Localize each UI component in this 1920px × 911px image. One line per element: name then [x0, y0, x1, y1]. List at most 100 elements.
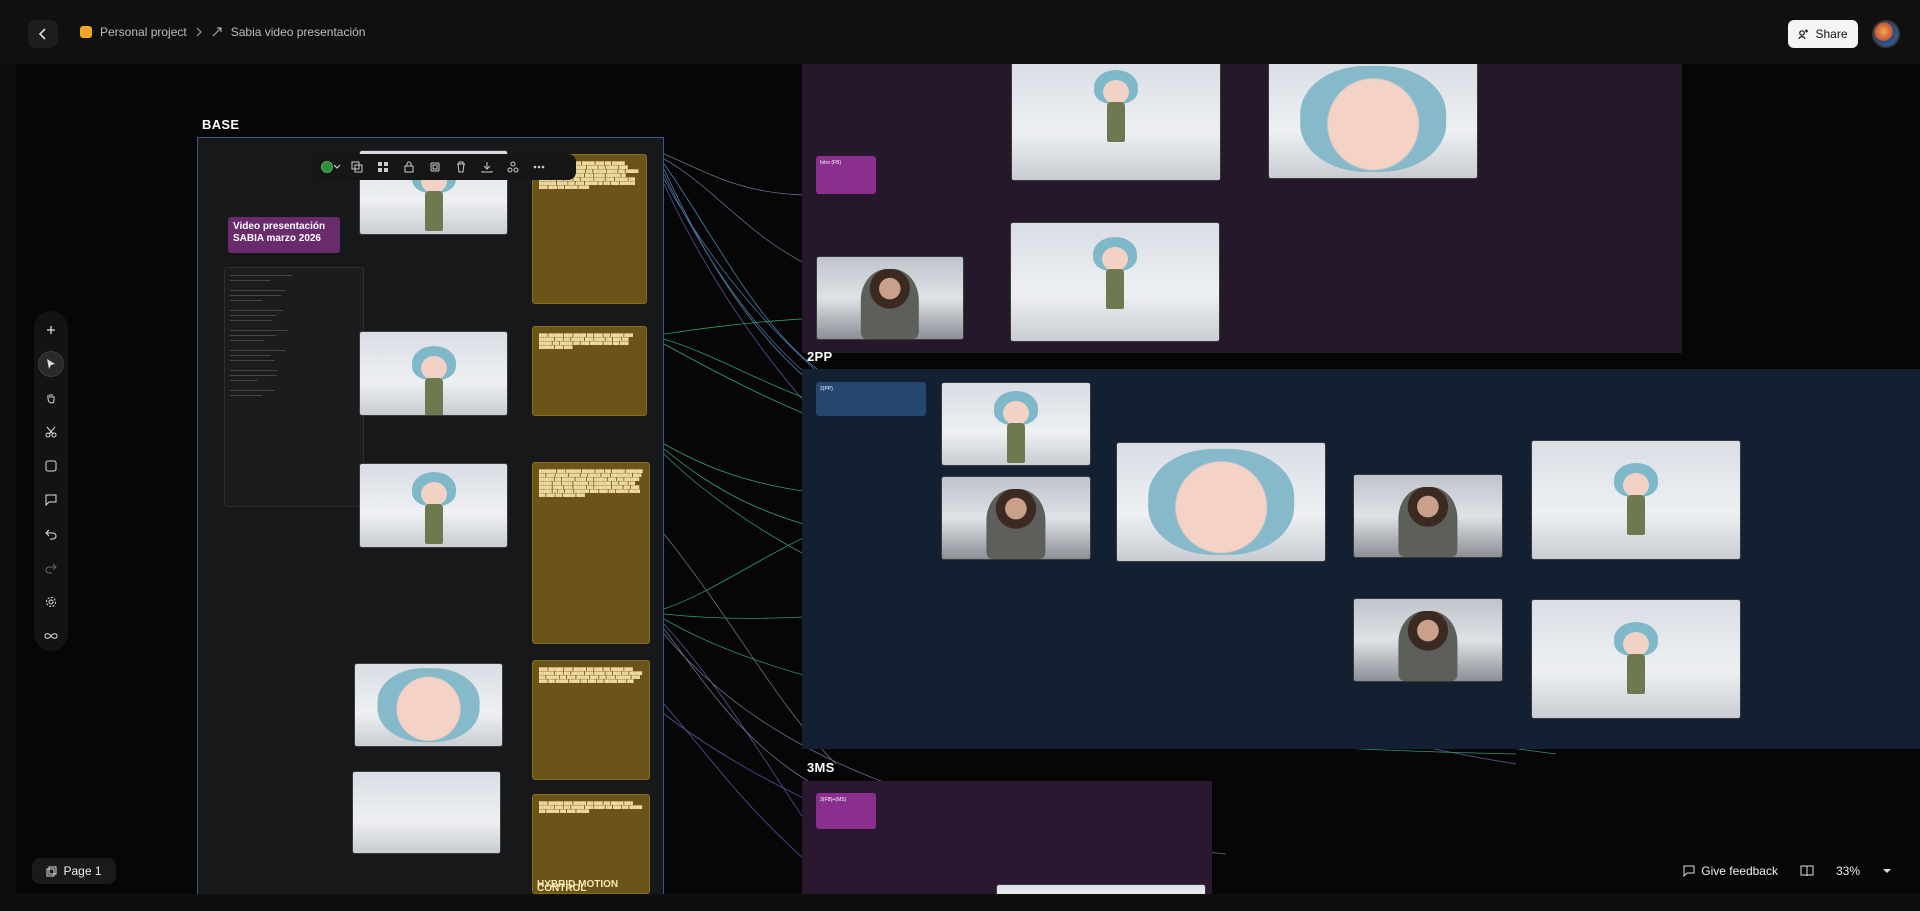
- 2pp-chip-label: 2(PP): [820, 386, 833, 392]
- infinity-icon: [44, 633, 58, 639]
- page-selector[interactable]: Page 1: [32, 858, 116, 884]
- lock-button[interactable]: [398, 157, 420, 177]
- title-card-text: Video presentación SABIA marzo 2026: [233, 221, 326, 244]
- image-node[interactable]: [1268, 64, 1478, 179]
- download-icon: [481, 162, 493, 173]
- intro-chip[interactable]: Intro (FB): [816, 156, 876, 194]
- comment-icon: [45, 494, 57, 506]
- chevron-down-icon: [1883, 869, 1891, 873]
- video-node[interactable]: [816, 256, 964, 340]
- frame-label-2pp: 2PP: [807, 349, 833, 364]
- frame-label-base: BASE: [202, 117, 240, 132]
- redo-button[interactable]: [38, 555, 64, 581]
- prompt-card[interactable]: ████ ███████ ████ ██████ ███ ████ ███ ██…: [532, 660, 650, 780]
- image-node[interactable]: [359, 463, 508, 548]
- delete-button[interactable]: [450, 157, 472, 177]
- project-icon: [80, 26, 92, 38]
- share-button[interactable]: Share: [1788, 20, 1858, 48]
- canvas[interactable]: Intro (FB) 2PP 2(PP) 3MS 3(FB)+(MS) BASE…: [16, 64, 1920, 894]
- image-node[interactable]: [359, 331, 508, 416]
- page-icon: [46, 866, 57, 876]
- add-button[interactable]: [38, 317, 64, 343]
- scissors-icon: [45, 426, 57, 438]
- prompt-card[interactable]: ████ ███████ ████ ██████ ███ ████ ███ ██…: [532, 326, 647, 416]
- image-node[interactable]: [1010, 222, 1220, 342]
- script-card[interactable]: ───────────────────────────── ───────────…: [224, 267, 364, 507]
- feedback-label: Give feedback: [1701, 864, 1778, 878]
- zoom-control[interactable]: 33%: [1836, 864, 1892, 878]
- 3ms-chip[interactable]: 3(FB)+(MS): [816, 793, 876, 829]
- color-picker[interactable]: [320, 157, 342, 177]
- copy-icon: [430, 162, 440, 172]
- bottom-controls: Give feedback 33%: [1683, 858, 1892, 884]
- selection-toolbar: [314, 154, 576, 180]
- video-node[interactable]: [941, 476, 1091, 560]
- breadcrumb-project[interactable]: Personal project: [100, 25, 187, 39]
- grid-button[interactable]: [372, 157, 394, 177]
- hand-tool[interactable]: [38, 385, 64, 411]
- undo-icon: [45, 529, 57, 540]
- image-node[interactable]: [1011, 64, 1221, 181]
- 2pp-chip[interactable]: 2(PP): [816, 382, 926, 416]
- color-swatch: [321, 161, 333, 173]
- hybrid-motion-label: HYBRID MOTION CONTROL: [537, 879, 619, 894]
- settings-button[interactable]: [38, 589, 64, 615]
- flow-icon: [212, 27, 222, 37]
- book-icon: [1800, 865, 1814, 877]
- image-node[interactable]: [941, 382, 1091, 466]
- prompt-card[interactable]: ████ ███████ ████ ██████ ███ ████ ███ ██…: [532, 794, 650, 894]
- page-label: Page 1: [63, 864, 102, 878]
- intro-chip-label: Intro (FB): [820, 160, 842, 166]
- trash-icon: [457, 161, 465, 173]
- video-node[interactable]: [1353, 598, 1503, 682]
- chevron-left-icon: [38, 28, 46, 40]
- workflow-button[interactable]: [502, 157, 524, 177]
- image-node[interactable]: [354, 663, 503, 747]
- feedback-button[interactable]: Give feedback: [1683, 864, 1778, 878]
- redo-icon: [45, 563, 57, 574]
- cursor-icon: [47, 359, 55, 369]
- more-button[interactable]: [528, 157, 550, 177]
- zoom-value: 33%: [1835, 864, 1860, 878]
- grid-icon: [378, 162, 388, 172]
- top-bar: Personal project Sabia video presentació…: [0, 0, 1920, 64]
- image-node[interactable]: [352, 771, 501, 854]
- image-node[interactable]: [1531, 440, 1741, 560]
- frame-label-3ms: 3MS: [807, 760, 835, 775]
- copy-button[interactable]: [424, 157, 446, 177]
- 3ms-chip-label: 3(FB)+(MS): [820, 797, 847, 803]
- workflow-icon: [507, 161, 519, 173]
- frame-icon: [45, 460, 57, 472]
- feedback-icon: [1683, 865, 1695, 877]
- cut-tool[interactable]: [38, 419, 64, 445]
- chevron-down-icon: [333, 164, 341, 169]
- select-tool[interactable]: [38, 351, 64, 377]
- share-icon: [1798, 29, 1809, 39]
- title-card[interactable]: Video presentación SABIA marzo 2026: [228, 217, 340, 253]
- back-button[interactable]: [28, 20, 58, 48]
- left-toolbar: [34, 311, 68, 651]
- plus-icon: [47, 326, 55, 334]
- frame-tool[interactable]: [38, 453, 64, 479]
- infinity-button[interactable]: [38, 623, 64, 649]
- duplicate-icon: [351, 161, 363, 173]
- video-node[interactable]: [1353, 474, 1503, 558]
- download-button[interactable]: [476, 157, 498, 177]
- image-node[interactable]: [1116, 442, 1326, 562]
- comment-tool[interactable]: [38, 487, 64, 513]
- lock-icon: [404, 161, 414, 173]
- gear-icon: [46, 597, 56, 607]
- undo-button[interactable]: [38, 521, 64, 547]
- image-node[interactable]: [996, 884, 1206, 894]
- breadcrumb-file[interactable]: Sabia video presentación: [231, 25, 366, 39]
- book-button[interactable]: [1800, 865, 1814, 877]
- more-icon: [533, 165, 545, 169]
- share-label: Share: [1815, 27, 1848, 41]
- chevron-right-icon: [196, 27, 202, 37]
- duplicate-button[interactable]: [346, 157, 368, 177]
- avatar[interactable]: [1872, 20, 1900, 48]
- breadcrumb: Personal project Sabia video presentació…: [80, 25, 365, 39]
- hand-icon: [47, 394, 55, 404]
- prompt-card[interactable]: ████████ ████ ███████ ██████ ████ ███ ██…: [532, 462, 650, 644]
- image-node[interactable]: [1531, 599, 1741, 719]
